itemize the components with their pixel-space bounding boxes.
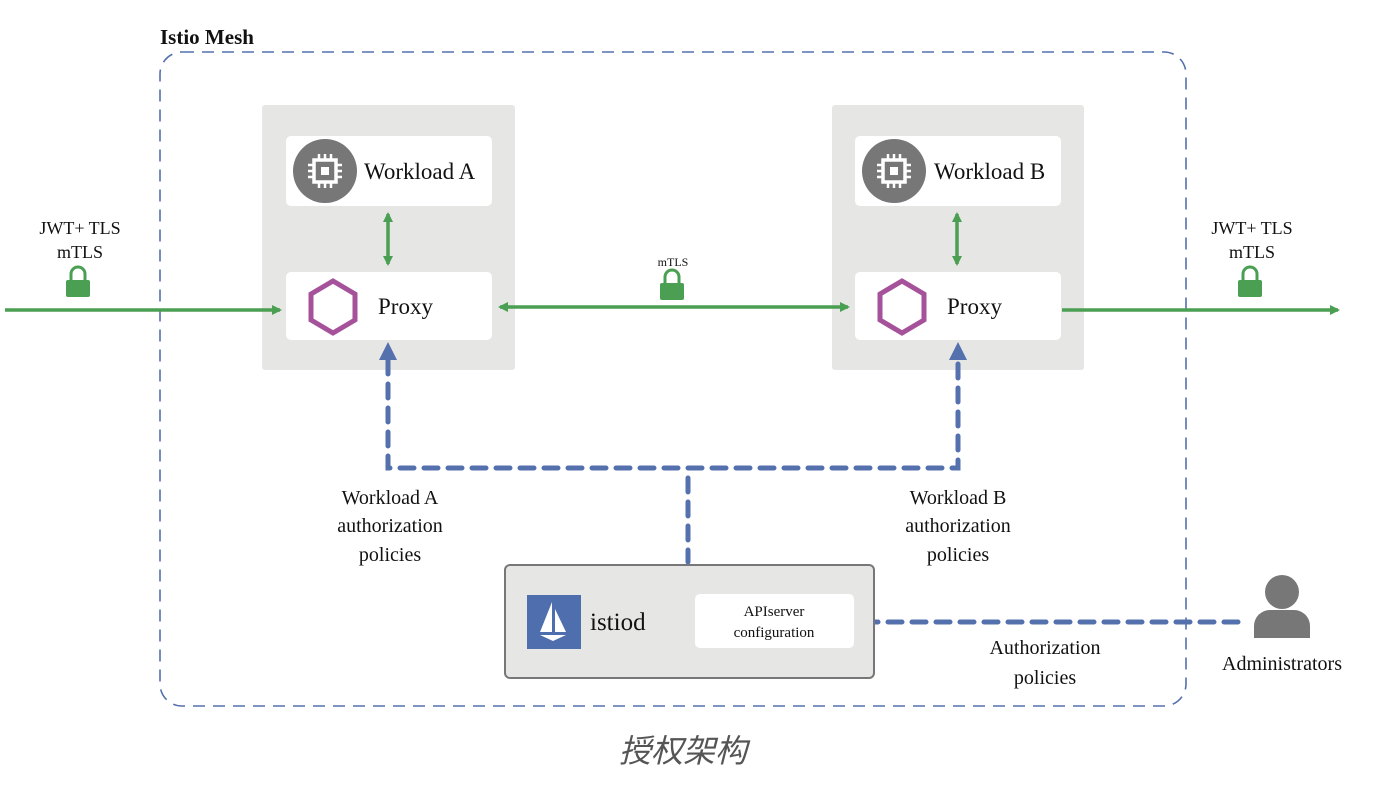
istiod-label: istiod [590,609,646,636]
lock-icon [658,268,686,302]
chip-icon [862,139,926,203]
admin-policy-line-1: Authorization [989,637,1100,659]
mesh-title: Istio Mesh [160,25,254,49]
lock-icon [1236,265,1264,299]
policy-a-line-2: authorization [337,515,443,537]
workload-b-label: Workload B [934,159,1045,184]
istiod-box[interactable]: istiod APIserver configuration [504,564,875,679]
apiserver-label-1: APIserver [744,604,805,620]
apiserver-label-2: configuration [734,625,815,641]
istio-logo-icon [527,595,581,649]
admin-policy-line-2: policies [1014,667,1076,689]
workload-a-label: Workload A [364,159,476,184]
policy-b-line-1: Workload B [910,487,1007,509]
ingress-label-2: mTLS [57,242,103,262]
diagram-caption: 授权架构 [619,732,751,770]
proxy-a-label: Proxy [378,294,433,319]
policy-a-line-1: Workload A [342,487,439,509]
lock-icon [64,265,92,299]
policy-a-line-3: policies [359,544,421,566]
ingress-label-1: JWT+ TLS [39,218,120,238]
administrator-person-icon [1254,575,1310,638]
proxy-b-label: Proxy [947,294,1002,319]
chip-icon [293,139,357,203]
authorization-architecture-diagram: Istio Mesh Workload A Proxy Workload B P… [5,25,1342,770]
egress-label-2: mTLS [1229,242,1275,262]
administrators-label: Administrators [1222,653,1342,675]
policy-b-line-3: policies [927,544,989,566]
policy-b-line-2: authorization [905,515,1011,537]
egress-label-1: JWT+ TLS [1211,218,1292,238]
mtls-label: mTLS [658,255,689,269]
